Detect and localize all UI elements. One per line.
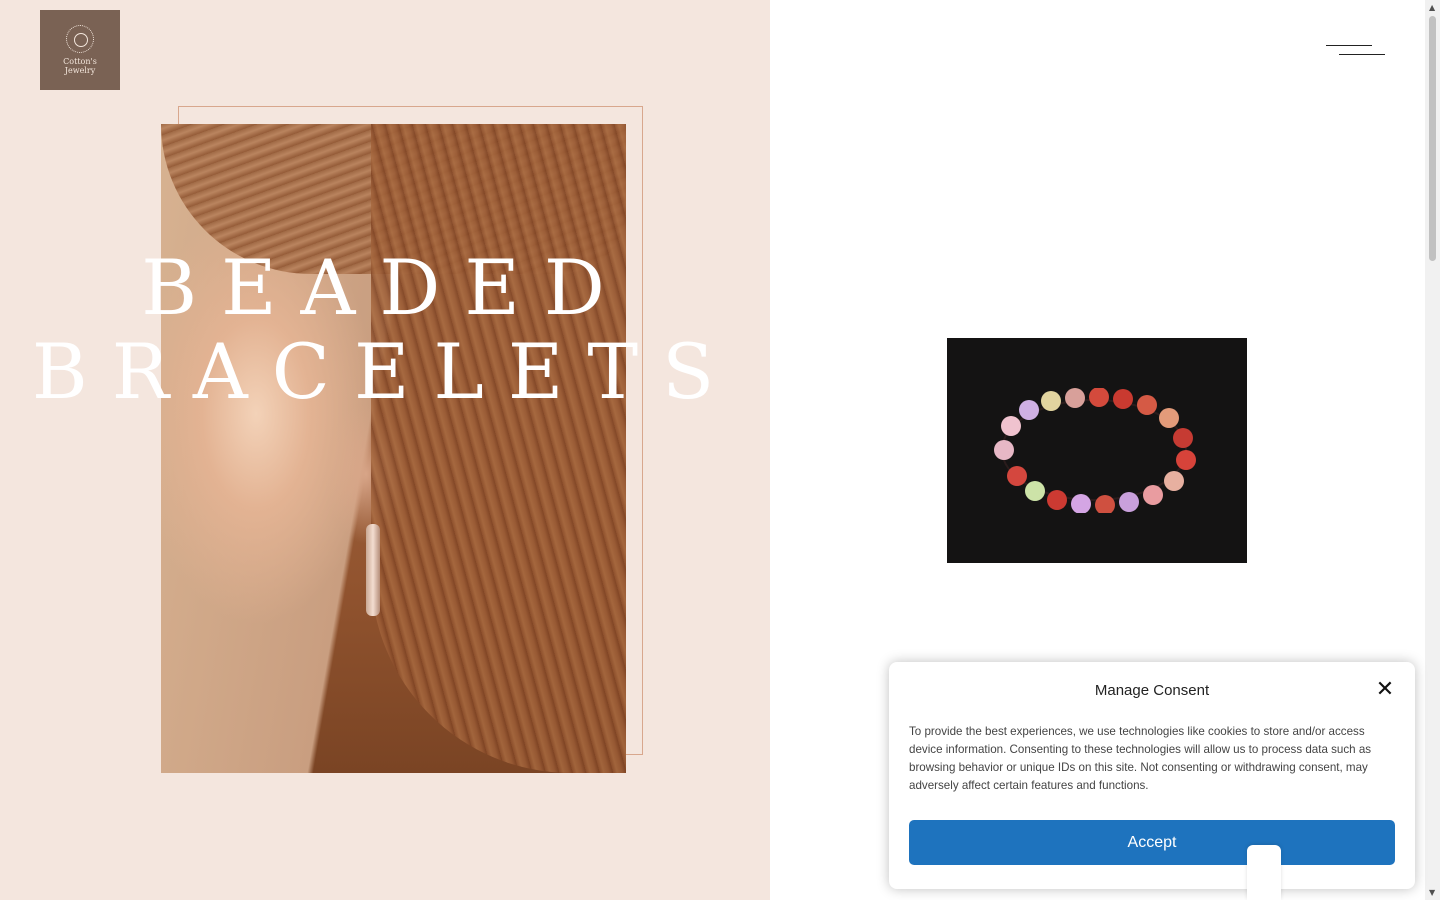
hair-braid (371, 124, 626, 773)
page-scrollbar[interactable]: ▲ ▼ (1425, 0, 1440, 900)
menu-line-top (1326, 45, 1372, 46)
accept-button[interactable]: Accept (909, 820, 1395, 865)
hero-photo-earring-model (161, 124, 626, 773)
logo-text-line1: Cotton's (63, 57, 97, 66)
consent-tab-handle[interactable] (1247, 845, 1281, 900)
bracelet-illustration (994, 388, 1196, 513)
page-title-line2: BRACELETS (31, 327, 739, 416)
beaded-bracelet-image (947, 338, 1247, 563)
scroll-down-arrow-icon[interactable]: ▼ (1429, 888, 1435, 897)
consent-title: Manage Consent (1094, 682, 1210, 699)
bracelet-beads (994, 388, 1196, 513)
page-title: BEADED BRACELETS (0, 246, 770, 414)
hero-panel: Cotton's Jewelry BEADED BRACELETS (0, 0, 770, 900)
logo-text-line2: Jewelry (64, 66, 96, 75)
close-icon[interactable]: ✕ (1373, 678, 1397, 702)
consent-description: To provide the best experiences, we use … (909, 725, 1372, 792)
page-title-line1: BEADED (141, 243, 629, 332)
site-logo[interactable]: Cotton's Jewelry (40, 10, 120, 90)
scrollbar-thumb[interactable] (1429, 16, 1436, 261)
earring-icon (366, 524, 380, 616)
beaded-ring-icon (66, 25, 94, 53)
cookie-consent-dialog: Manage Consent ✕ To provide the best exp… (889, 662, 1415, 889)
hamburger-menu-icon[interactable] (1326, 40, 1386, 60)
scroll-up-arrow-icon[interactable]: ▲ (1429, 3, 1435, 12)
menu-line-bottom (1339, 54, 1385, 55)
